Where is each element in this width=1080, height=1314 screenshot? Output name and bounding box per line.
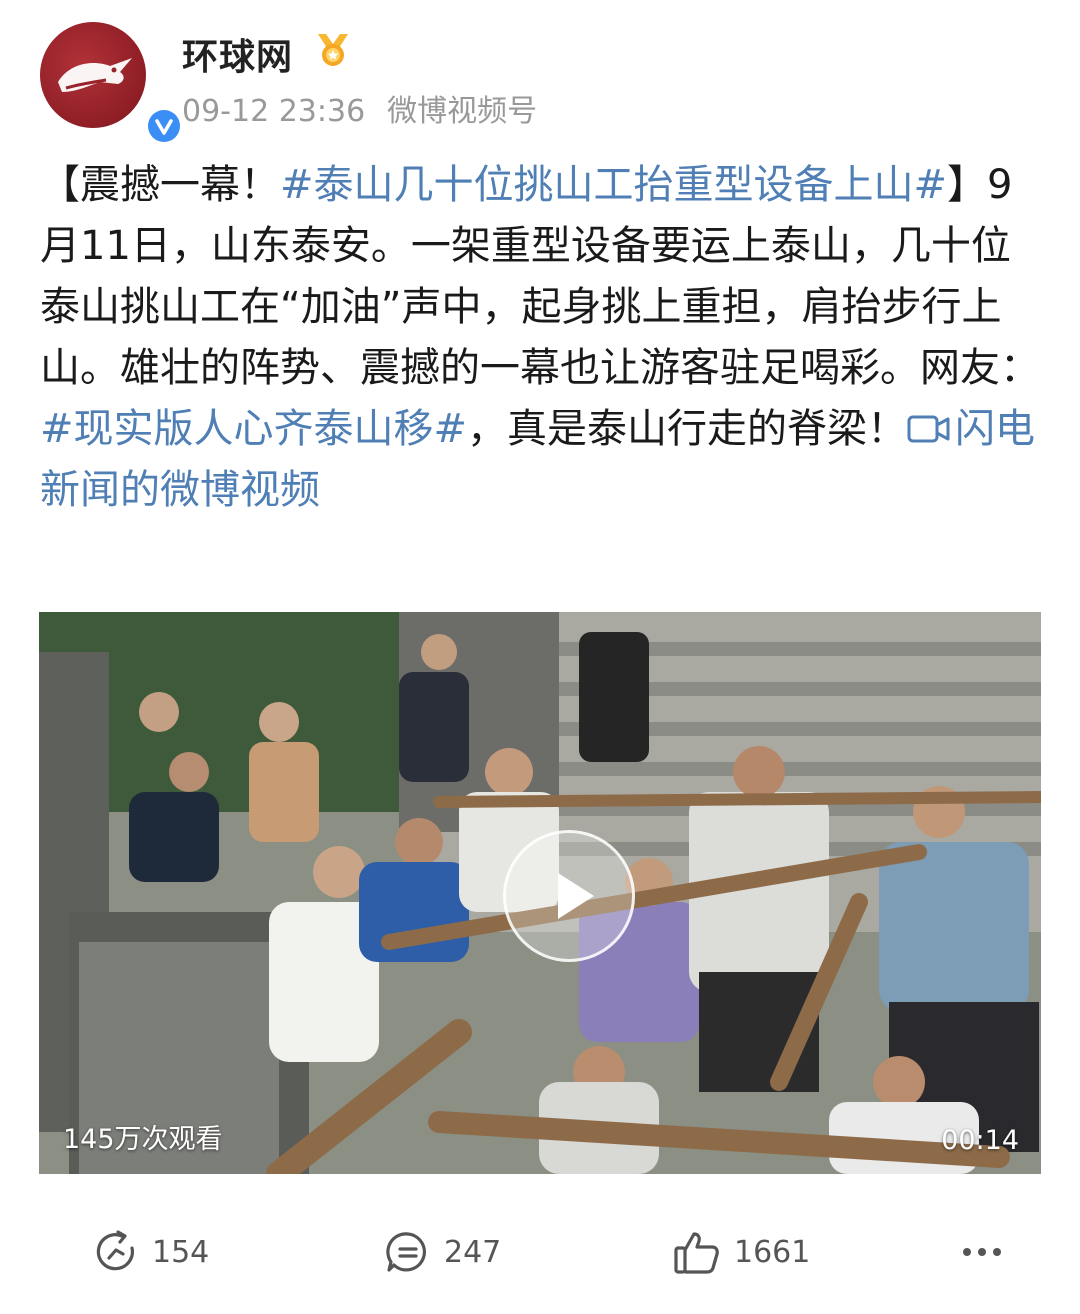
weibo-post: 环球网 09-12 23:36 微博视频号 【震撼一幕！#泰山几十位挑山工抬重型设…	[0, 0, 1080, 1314]
comment-button[interactable]: 247	[384, 1226, 501, 1278]
like-count: 1661	[734, 1234, 811, 1270]
avatar[interactable]	[40, 22, 184, 146]
post-source[interactable]: 微博视频号	[387, 94, 537, 129]
comment-count: 247	[444, 1234, 502, 1270]
thumbs-up-icon	[674, 1232, 719, 1274]
repost-button[interactable]: 154	[92, 1226, 209, 1278]
video-player[interactable]: 145万次观看 00:14	[39, 612, 1041, 1174]
more-icon	[963, 1248, 1001, 1256]
vip-medal-icon[interactable]	[312, 28, 354, 70]
play-icon	[558, 873, 594, 919]
verified-check-icon	[155, 119, 173, 135]
bracket-open: 【	[40, 162, 80, 208]
eagle-logo-icon	[58, 58, 132, 92]
username[interactable]: 环球网	[182, 28, 293, 80]
hashtag-link-2[interactable]: #现实版人心齐泰山移#	[40, 406, 467, 452]
verified-badge	[144, 106, 184, 146]
post-timestamp: 09-12 23:36	[182, 94, 366, 129]
action-bar: 154 247 1661	[0, 1220, 1080, 1284]
like-button[interactable]: 1661	[672, 1226, 810, 1278]
repost-icon	[96, 1230, 134, 1271]
post-body-end: ，真是泰山行走的脊梁！	[467, 406, 908, 452]
play-button[interactable]	[503, 830, 635, 962]
hashtag-link[interactable]: #泰山几十位挑山工抬重型设备上山#	[280, 162, 947, 208]
bracket-close: 】	[947, 162, 988, 208]
repost-count: 154	[152, 1234, 210, 1270]
post-meta: 09-12 23:36 微博视频号	[182, 86, 537, 130]
headline: 震撼一幕！	[80, 162, 280, 208]
post-text: 【震撼一幕！#泰山几十位挑山工抬重型设备上山#】9月11日，山东泰安。一架重型设…	[40, 155, 1040, 521]
view-count: 145万次观看	[63, 1124, 223, 1155]
comment-icon	[386, 1232, 426, 1272]
more-button[interactable]	[960, 1226, 1016, 1278]
video-camera-icon	[907, 415, 950, 443]
video-duration: 00:14	[941, 1125, 1019, 1156]
